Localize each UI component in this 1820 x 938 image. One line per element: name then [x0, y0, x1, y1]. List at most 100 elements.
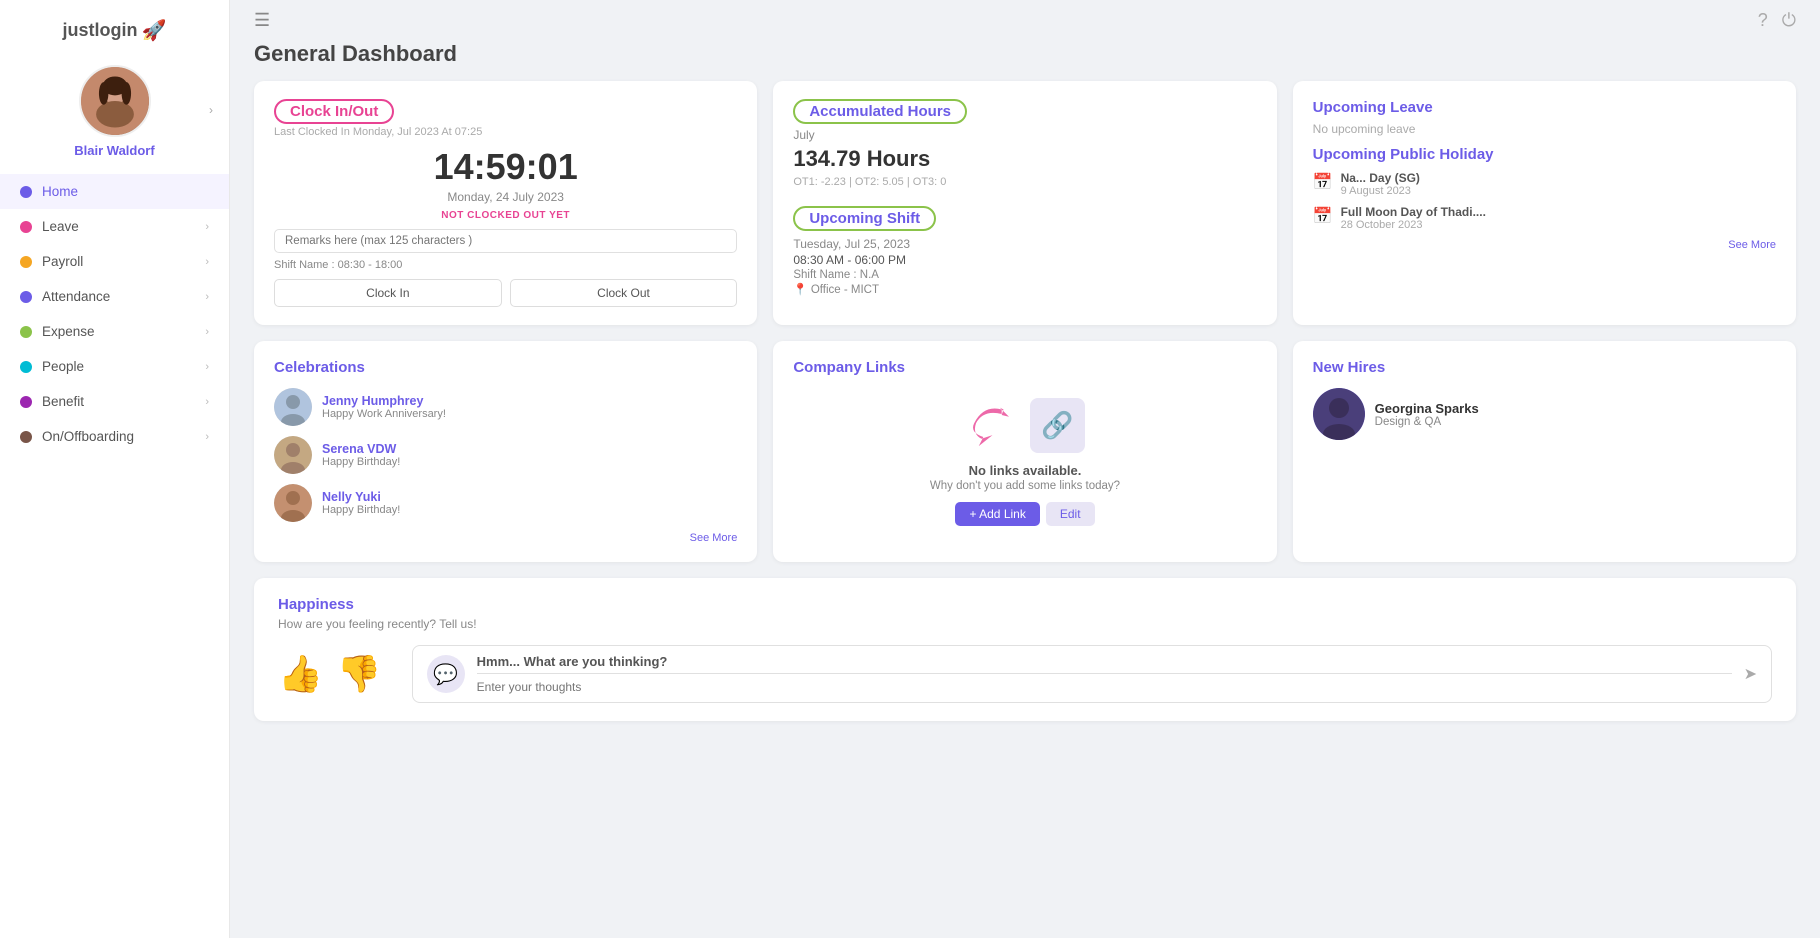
sidebar-logo: justlogin 🚀: [63, 10, 167, 53]
see-more-celebrations[interactable]: See More: [274, 532, 737, 544]
no-upcoming-leave-text: No upcoming leave: [1313, 122, 1776, 136]
sidebar-item-payroll[interactable]: Payroll ›: [0, 244, 229, 279]
hire-name-0: Georgina Sparks: [1375, 401, 1479, 416]
celebrations-title: Celebrations: [274, 359, 737, 376]
add-link-button[interactable]: + Add Link: [955, 502, 1039, 526]
holiday-date-2: 28 October 2023: [1341, 219, 1486, 231]
sidebar-item-onoffboarding[interactable]: On/Offboarding ›: [0, 419, 229, 454]
celebration-avatar-1: [274, 436, 312, 474]
company-links-buttons: + Add Link Edit: [955, 502, 1094, 526]
thumbs-down-icon[interactable]: 👎: [337, 653, 382, 695]
holiday-date-1: 9 August 2023: [1341, 185, 1420, 197]
dashboard-first-row: Clock In/Out Last Clocked In Monday, Jul…: [230, 81, 1820, 341]
benefit-dot-icon: [20, 396, 32, 408]
overtime-details: OT1: -2.23 | OT2: 5.05 | OT3: 0: [793, 176, 1256, 188]
happiness-text-area: Hmm... What are you thinking?: [477, 654, 1732, 694]
accumulated-hours-value: 134.79 Hours: [793, 146, 1256, 172]
chain-link-icon: 🔗: [1030, 398, 1085, 453]
hire-avatar-0: [1313, 388, 1365, 440]
sidebar-item-home[interactable]: Home: [0, 174, 229, 209]
speech-bubble-icon: 💬: [427, 655, 465, 693]
send-icon[interactable]: ➤: [1744, 664, 1757, 684]
celebration-item-0: Jenny Humphrey Happy Work Anniversary!: [274, 388, 737, 426]
right-top-card: Upcoming Leave No upcoming leave Upcomin…: [1293, 81, 1796, 325]
no-links-sub-text: Why don't you add some links today?: [930, 480, 1120, 492]
sidebar-item-attendance[interactable]: Attendance ›: [0, 279, 229, 314]
sidebar-item-benefit[interactable]: Benefit ›: [0, 384, 229, 419]
avatar: [79, 65, 151, 137]
company-links-title: Company Links: [793, 359, 1256, 376]
celebrant-name-0: Jenny Humphrey: [322, 394, 446, 408]
expense-dot-icon: [20, 326, 32, 338]
power-icon[interactable]: ⏻: [1782, 10, 1796, 31]
celebrant-name-2: Nelly Yuki: [322, 490, 400, 504]
shift-time: 08:30 AM - 06:00 PM: [793, 253, 1256, 267]
accumulated-month: July: [793, 128, 1256, 142]
help-icon[interactable]: ?: [1758, 10, 1768, 31]
people-label: People: [42, 359, 195, 374]
happiness-subtitle: How are you feeling recently? Tell us!: [278, 617, 1772, 631]
clock-time-display: 14:59:01: [274, 146, 737, 188]
onoffboarding-dot-icon: [20, 431, 32, 443]
topbar-left: ☰: [254, 10, 270, 31]
arrow-icon-decoration: [965, 398, 1020, 453]
clock-date-display: Monday, 24 July 2023: [274, 190, 737, 204]
upcoming-holiday-section: Upcoming Public Holiday 📅 Na... Day (SG)…: [1313, 136, 1776, 251]
see-more-holidays[interactable]: See More: [1313, 239, 1776, 251]
happiness-title: Happiness: [278, 596, 1772, 613]
upcoming-holiday-title: Upcoming Public Holiday: [1313, 146, 1776, 163]
edit-link-button[interactable]: Edit: [1046, 502, 1095, 526]
last-clocked-text: Last Clocked In Monday, Jul 2023 At 07:2…: [274, 126, 737, 138]
hamburger-menu-icon[interactable]: ☰: [254, 10, 270, 31]
username-label: Blair Waldorf: [74, 143, 154, 158]
celebration-info-0: Jenny Humphrey Happy Work Anniversary!: [322, 394, 446, 420]
payroll-label: Payroll: [42, 254, 195, 269]
happiness-input-area: 💬 Hmm... What are you thinking? ➤: [412, 645, 1772, 703]
location-icon: 📍: [793, 284, 807, 296]
attendance-label: Attendance: [42, 289, 195, 304]
sidebar-navigation: Home Leave › Payroll › Attendance › Expe…: [0, 174, 229, 454]
thumbs-area: 👍 👎: [278, 653, 382, 695]
upcoming-shift-title: Upcoming Shift: [793, 206, 936, 231]
upcoming-leave-section: Upcoming Leave No upcoming leave: [1313, 99, 1776, 136]
leave-dot-icon: [20, 221, 32, 233]
expense-label: Expense: [42, 324, 195, 339]
shift-date: Tuesday, Jul 25, 2023: [793, 237, 1256, 251]
shift-name-label: Shift Name : 08:30 - 18:00: [274, 259, 737, 271]
thumbs-up-icon[interactable]: 👍: [278, 653, 323, 695]
people-chevron-icon: ›: [205, 361, 209, 373]
clock-out-button[interactable]: Clock Out: [510, 279, 738, 307]
people-dot-icon: [20, 361, 32, 373]
attendance-dot-icon: [20, 291, 32, 303]
celebration-avatar-2: [274, 484, 312, 522]
calendar-icon-2: 📅: [1313, 206, 1333, 226]
clock-in-button[interactable]: Clock In: [274, 279, 502, 307]
happiness-section: Happiness How are you feeling recently? …: [230, 578, 1820, 745]
sidebar-item-expense[interactable]: Expense ›: [0, 314, 229, 349]
celebration-avatar-0: [274, 388, 312, 426]
sidebar: justlogin 🚀 Blair Waldorf › Home: [0, 0, 230, 938]
upcoming-leave-title: Upcoming Leave: [1313, 99, 1776, 116]
new-hires-title: New Hires: [1313, 359, 1776, 376]
remarks-input[interactable]: [274, 229, 737, 253]
expense-chevron-icon: ›: [205, 326, 209, 338]
topbar: ☰ ? ⏻: [230, 0, 1820, 41]
user-profile-area[interactable]: Blair Waldorf ›: [0, 53, 229, 166]
sidebar-item-people[interactable]: People ›: [0, 349, 229, 384]
thoughts-input[interactable]: [477, 673, 1732, 694]
company-links-empty-state: 🔗 No links available. Why don't you add …: [793, 388, 1256, 536]
celebrant-msg-0: Happy Work Anniversary!: [322, 408, 446, 420]
onoffboarding-label: On/Offboarding: [42, 429, 195, 444]
leave-label: Leave: [42, 219, 195, 234]
holiday-details-1: Na... Day (SG) 9 August 2023: [1341, 171, 1420, 197]
home-dot-icon: [20, 186, 32, 198]
holiday-name-1: Na... Day (SG): [1341, 171, 1420, 185]
attendance-chevron-icon: ›: [205, 291, 209, 303]
payroll-dot-icon: [20, 256, 32, 268]
celebration-info-2: Nelly Yuki Happy Birthday!: [322, 490, 400, 516]
clock-inout-card: Clock In/Out Last Clocked In Monday, Jul…: [254, 81, 757, 325]
logo-text: justlogin: [63, 20, 138, 41]
calendar-icon-1: 📅: [1313, 172, 1333, 192]
sidebar-item-leave[interactable]: Leave ›: [0, 209, 229, 244]
no-links-text: No links available.: [969, 463, 1082, 478]
